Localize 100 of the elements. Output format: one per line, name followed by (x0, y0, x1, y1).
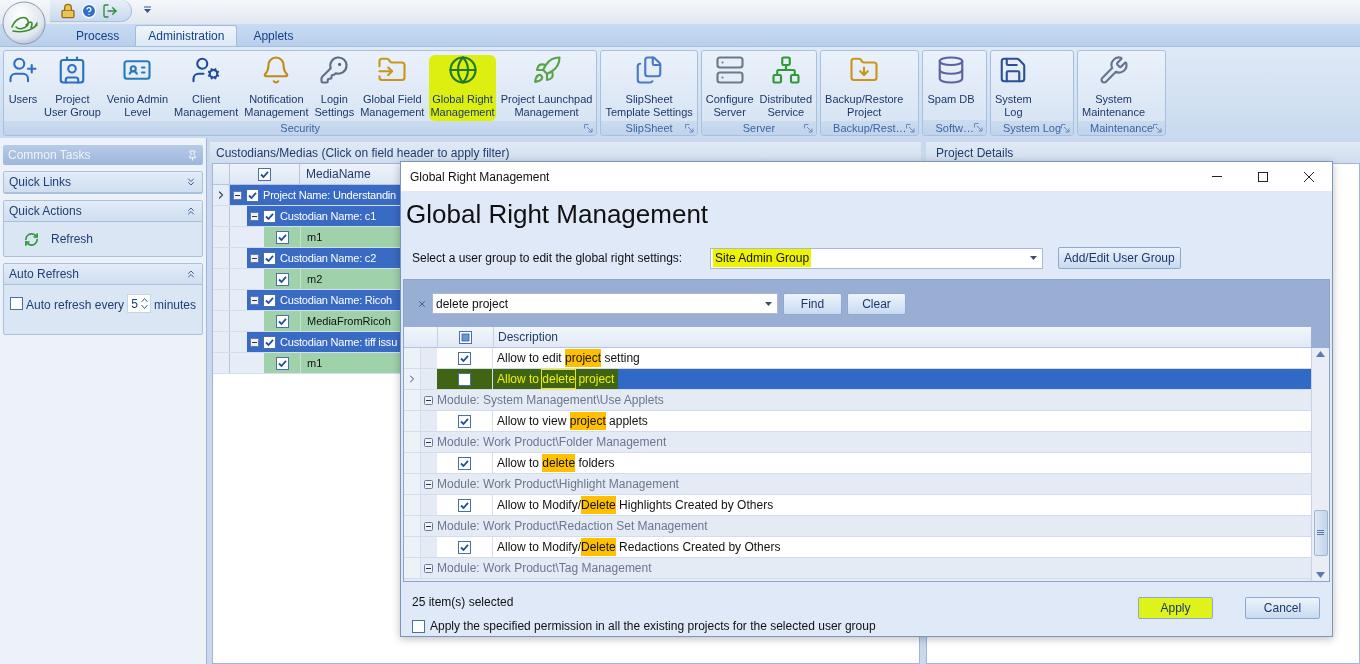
add-edit-user-group-button[interactable]: Add/Edit User Group (1058, 247, 1181, 269)
corner-arrow-icon[interactable] (584, 124, 594, 133)
checkbox[interactable] (412, 619, 425, 633)
row-header-cell[interactable] (404, 453, 421, 473)
double-chevron-up-icon[interactable] (185, 205, 197, 217)
close-icon[interactable] (417, 298, 427, 309)
up-down-arrows-icon[interactable] (140, 297, 148, 310)
double-chevron-up-icon[interactable] (185, 268, 197, 280)
scrollbar[interactable] (1311, 348, 1329, 581)
checkbox[interactable] (458, 540, 471, 554)
apply-button[interactable]: Apply (1138, 597, 1213, 619)
down-triangle-icon[interactable] (1316, 572, 1325, 578)
checkbox[interactable] (263, 209, 276, 223)
section-header[interactable]: Quick Actions (4, 201, 202, 222)
dropdown-arrow-icon[interactable] (144, 6, 151, 14)
corner-arrow-icon[interactable] (1153, 124, 1163, 133)
permission-row[interactable]: Allow to edit project setting (437, 348, 1311, 368)
ribbon-button[interactable]: Configure Server (704, 55, 755, 121)
minus-box-icon[interactable] (424, 563, 433, 573)
ribbon-tab[interactable]: Administration (135, 25, 238, 46)
checkbox[interactable] (458, 456, 471, 470)
checkbox[interactable] (275, 230, 289, 244)
permission-row[interactable]: Allow to view project applets (437, 411, 1311, 431)
exit-icon[interactable] (102, 2, 118, 19)
ribbon-tab[interactable]: Process (62, 25, 134, 46)
minus-box-icon[interactable] (424, 437, 433, 447)
double-chevron-down-icon[interactable] (185, 176, 197, 188)
ribbon-button[interactable]: Global Field Management (359, 55, 426, 121)
minus-box-icon[interactable] (250, 253, 259, 263)
minus-box-icon[interactable] (424, 479, 433, 489)
checkbox[interactable] (459, 330, 472, 344)
minus-box-icon[interactable] (250, 337, 259, 347)
ribbon-button[interactable]: Venio Admin Level (105, 55, 169, 121)
orb-logo-icon[interactable] (2, 1, 46, 45)
dropdown-arrow-icon[interactable] (1030, 256, 1037, 260)
cancel-button[interactable]: Cancel (1245, 597, 1320, 619)
search-combobox[interactable]: delete project (432, 293, 778, 314)
ribbon-button[interactable]: Notification Management (243, 55, 310, 121)
checkbox[interactable] (263, 293, 276, 307)
checkbox[interactable] (10, 297, 23, 310)
ribbon-button[interactable]: Client Management (173, 55, 240, 121)
dropdown-arrow-icon[interactable] (765, 301, 772, 306)
minus-box-icon[interactable] (233, 190, 242, 200)
checkbox[interactable] (458, 498, 471, 512)
column-header[interactable]: MediaName (300, 164, 377, 184)
corner-arrow-icon[interactable] (974, 123, 983, 132)
corner-arrow-icon[interactable] (906, 124, 916, 133)
row-header-cell[interactable] (404, 537, 421, 557)
row-header-cell[interactable] (404, 558, 421, 578)
minus-box-icon[interactable] (424, 395, 433, 405)
row-header-cell[interactable] (404, 495, 421, 515)
ribbon-button[interactable]: SlipSheet Template Settings (604, 55, 694, 121)
ribbon-button[interactable]: Backup/Restore Project (824, 55, 905, 121)
find-button[interactable]: Find (783, 292, 842, 315)
checkbox[interactable] (458, 372, 471, 386)
ribbon-button[interactable]: Global Right Management (429, 55, 496, 121)
checkbox[interactable] (275, 314, 289, 328)
up-triangle-icon[interactable] (1316, 351, 1325, 357)
permission-row[interactable]: Allow to Modify/Delete Redactions Created by Others (437, 537, 1311, 557)
minus-box-icon[interactable] (424, 521, 433, 531)
user-group-combobox[interactable]: Site Admin Group (710, 247, 1043, 269)
checkbox[interactable] (263, 335, 276, 349)
checkbox[interactable] (263, 251, 276, 265)
corner-arrow-icon[interactable] (684, 124, 694, 133)
checkbox[interactable] (258, 167, 271, 181)
ribbon-tab[interactable]: Applets (239, 25, 308, 46)
row-header-cell[interactable] (404, 516, 421, 536)
permission-row[interactable]: Allow to Modify/Delete Highlights Created by Others (437, 495, 1311, 515)
row-header-cell[interactable] (404, 369, 421, 389)
checkbox[interactable] (275, 272, 289, 286)
corner-arrow-icon[interactable] (1061, 124, 1071, 133)
ribbon-button[interactable]: Distributed Service (758, 55, 814, 121)
permission-row[interactable]: Allow to delete project (437, 369, 1311, 389)
ribbon-button[interactable]: Users (7, 55, 39, 108)
checkbox[interactable] (275, 356, 289, 370)
ribbon-button[interactable]: Project Launchpad Management (499, 55, 594, 121)
ribbon-button[interactable]: System Maintenance (1081, 55, 1147, 121)
section-header[interactable]: Auto Refresh (4, 264, 202, 285)
permission-row[interactable]: Allow to delete folders (437, 453, 1311, 473)
ribbon-button[interactable]: Project User Group (43, 55, 102, 121)
checkbox[interactable] (246, 188, 259, 202)
clear-button[interactable]: Clear (847, 292, 906, 315)
checkbox[interactable] (458, 414, 471, 428)
row-header-cell[interactable] (404, 390, 421, 410)
lock-icon[interactable] (60, 2, 76, 19)
minus-box-icon[interactable] (250, 295, 259, 305)
minus-box-icon[interactable] (250, 211, 259, 221)
row-header-cell[interactable] (404, 474, 421, 494)
action-link[interactable]: Refresh (24, 230, 182, 248)
corner-arrow-icon[interactable] (804, 124, 814, 133)
column-header[interactable]: Description (494, 327, 563, 347)
checkbox[interactable] (458, 351, 471, 365)
number-field[interactable]: 5 (127, 294, 151, 313)
help-icon[interactable] (81, 2, 97, 19)
ribbon-button[interactable]: Spam DB (926, 55, 976, 108)
row-header-cell[interactable] (404, 432, 421, 452)
ribbon-button[interactable]: System Log (994, 55, 1033, 121)
row-header-cell[interactable] (404, 411, 421, 431)
row-header-cell[interactable] (404, 348, 421, 368)
section-header[interactable]: Quick Links (4, 172, 202, 193)
